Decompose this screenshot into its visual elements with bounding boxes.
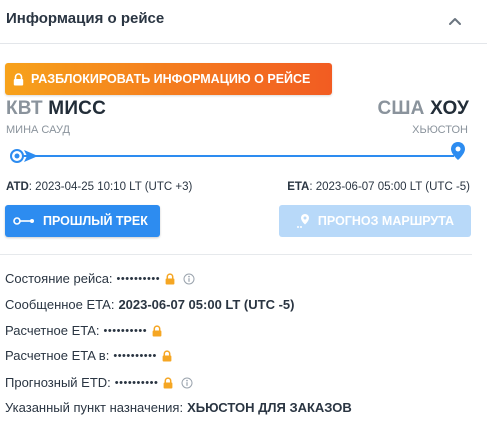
destination-pin-icon (451, 142, 465, 160)
arrival-port-name: ХЬЮСТОН (412, 124, 468, 136)
calculated-eta-label: Расчетное ETA: (5, 323, 100, 338)
atd-time: ATD: 2023-04-25 10:10 LT (UTC +3) (6, 181, 192, 193)
eta-label: ETA (287, 181, 310, 193)
lock-icon[interactable] (162, 349, 172, 362)
unlock-button-label: РАЗБЛОКИРОВАТЬ ИНФОРМАЦИЮ О РЕЙСЕ (31, 72, 311, 86)
reported-destination-label: Указанный пункт назначения: (5, 400, 184, 415)
unlock-voyage-info-button[interactable]: РАЗБЛОКИРОВАТЬ ИНФОРМАЦИЮ О РЕЙСЕ (5, 63, 332, 95)
past-track-label: ПРОШЛЫЙ ТРЕК (43, 214, 148, 228)
track-icon (13, 217, 34, 225)
reported-eta-value: 2023-06-07 05:00 LT (UTC -5) (118, 297, 295, 312)
forecast-etd-label: Прогнозный ETD: (5, 375, 111, 390)
voyage-status-value: •••••••••• (116, 272, 161, 285)
lock-icon[interactable] (165, 272, 175, 285)
forecast-etd-row: Прогнозный ETD: •••••••••• (5, 375, 193, 390)
voyage-info-header: Информация о рейсе (0, 0, 487, 44)
calculated-eta-value: •••••••••• (103, 324, 148, 337)
past-track-button[interactable]: ПРОШЛЫЙ ТРЕК (5, 205, 160, 237)
section-divider (0, 254, 472, 255)
voyage-status-row: Состояние рейса: •••••••••• (5, 271, 195, 286)
section-title: Информация о рейсе (6, 10, 165, 27)
route-forecast-label: ПРОГНОЗ МАРШРУТА (317, 214, 455, 228)
voyage-status-label: Состояние рейса: (5, 271, 113, 286)
departure-port[interactable]: КВТ МИСС (6, 98, 106, 120)
arrival-country-code: США (377, 98, 425, 119)
collapse-button[interactable] (444, 10, 466, 32)
lock-icon[interactable] (163, 376, 173, 389)
reported-destination-value: ХЬЮСТОН ДЛЯ ЗАКАЗОВ (187, 400, 352, 415)
atd-value: : 2023-04-25 10:10 LT (UTC +3) (28, 181, 193, 193)
route-forecast-button[interactable]: ПРОГНОЗ МАРШРУТА (279, 205, 471, 237)
route-progress-line (10, 142, 465, 163)
calculated-eta-in-value: •••••••••• (113, 349, 157, 362)
reported-eta-row: Сообщенное ETA: 2023-06-07 05:00 LT (UTC… (5, 297, 294, 312)
lock-icon (13, 72, 24, 85)
origin-marker-icon (10, 149, 24, 163)
info-icon[interactable] (181, 377, 193, 389)
calculated-eta-in-label: Расчетное ETA в: (5, 348, 110, 363)
info-icon[interactable] (183, 273, 195, 285)
eta-value: : 2023-06-07 05:00 LT (UTC -5) (309, 181, 470, 193)
departure-port-code: МИСС (48, 98, 107, 119)
chevron-up-icon (449, 18, 461, 25)
map-pin-icon (296, 214, 309, 228)
arrival-port[interactable]: США ХОУ (377, 98, 469, 120)
departure-country-code: КВТ (6, 98, 43, 119)
atd-label: ATD (6, 181, 29, 193)
calculated-eta-in-row: Расчетное ETA в: •••••••••• (5, 348, 172, 363)
reported-destination-row: Указанный пункт назначения: ХЬЮСТОН ДЛЯ … (5, 400, 352, 415)
lock-icon[interactable] (152, 324, 162, 337)
reported-eta-label: Сообщенное ETA: (5, 297, 115, 312)
forecast-etd-value: •••••••••• (114, 376, 159, 389)
eta-time: ETA: 2023-06-07 05:00 LT (UTC -5) (287, 181, 470, 193)
calculated-eta-row: Расчетное ETA: •••••••••• (5, 323, 162, 338)
departure-port-name: МИНА САУД (6, 124, 70, 136)
arrival-port-code: ХОУ (430, 98, 469, 119)
